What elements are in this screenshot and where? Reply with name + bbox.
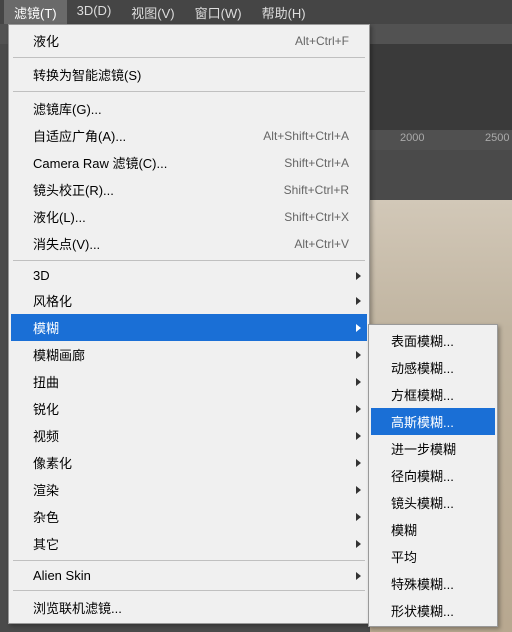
menu-separator	[13, 260, 365, 261]
submenu-item[interactable]: 平均	[371, 543, 495, 570]
chevron-right-icon	[356, 324, 361, 332]
menu-item-shortcut: Shift+Ctrl+X	[284, 210, 349, 224]
submenu-item-label: 动感模糊...	[391, 358, 483, 377]
menu-item[interactable]: 镜头校正(R)... Shift+Ctrl+R	[11, 176, 367, 203]
menubar-window[interactable]: 窗口(W)	[185, 0, 252, 24]
menu-item-label: Camera Raw 滤镜(C)...	[33, 153, 272, 172]
blur-submenu: 表面模糊... 动感模糊... 方框模糊... 高斯模糊... 进一步模糊径向模糊...…	[368, 324, 498, 627]
menu-item[interactable]: 浏览联机滤镜...	[11, 594, 367, 621]
menu-item[interactable]: 像素化	[11, 449, 367, 476]
submenu-item-label: 平均	[391, 547, 483, 566]
menu-item[interactable]: 渲染	[11, 476, 367, 503]
menu-item[interactable]: 液化(L)... Shift+Ctrl+X	[11, 203, 367, 230]
menu-item[interactable]: 液化 Alt+Ctrl+F	[11, 27, 367, 54]
submenu-item-label: 进一步模糊	[391, 439, 483, 458]
menu-item-label: 风格化	[33, 291, 349, 310]
menu-item[interactable]: Alien Skin	[11, 564, 367, 587]
submenu-item-label: 表面模糊...	[391, 331, 483, 350]
submenu-item[interactable]: 镜头模糊...	[371, 489, 495, 516]
chevron-right-icon	[356, 297, 361, 305]
submenu-item-label: 形状模糊...	[391, 601, 483, 620]
menu-item[interactable]: 锐化	[11, 395, 367, 422]
chevron-right-icon	[356, 432, 361, 440]
menu-item-label: 锐化	[33, 399, 349, 418]
menu-item-label: 液化	[33, 31, 283, 50]
ruler-tick: 2000	[400, 132, 424, 144]
menu-item-shortcut: Shift+Ctrl+R	[284, 183, 349, 197]
ruler-tick: 2500	[485, 132, 509, 144]
menu-item-shortcut: Alt+Shift+Ctrl+A	[263, 129, 349, 143]
chevron-right-icon	[356, 272, 361, 280]
menu-item-label: 液化(L)...	[33, 207, 272, 226]
menu-item-label: 消失点(V)...	[33, 234, 282, 253]
chevron-right-icon	[356, 486, 361, 494]
menu-item-label: 浏览联机滤镜...	[33, 598, 349, 617]
menu-item[interactable]: 杂色	[11, 503, 367, 530]
chevron-right-icon	[356, 405, 361, 413]
menu-item[interactable]: 风格化	[11, 287, 367, 314]
menu-item-label: 杂色	[33, 507, 349, 526]
submenu-item[interactable]: 高斯模糊...	[371, 408, 495, 435]
chevron-right-icon	[356, 572, 361, 580]
menu-item[interactable]: Camera Raw 滤镜(C)... Shift+Ctrl+A	[11, 149, 367, 176]
submenu-item[interactable]: 形状模糊...	[371, 597, 495, 624]
ruler: 2000 2500	[370, 130, 512, 150]
menu-item[interactable]: 视频	[11, 422, 367, 449]
submenu-item[interactable]: 动感模糊...	[371, 354, 495, 381]
menu-item-label: 模糊画廊	[33, 345, 349, 364]
menubar: 滤镜(T) 3D(D) 视图(V) 窗口(W) 帮助(H)	[0, 0, 512, 24]
menu-item-label: 自适应广角(A)...	[33, 126, 251, 145]
menu-item[interactable]: 模糊	[11, 314, 367, 341]
menu-item-label: 像素化	[33, 453, 349, 472]
chevron-right-icon	[356, 378, 361, 386]
menubar-help[interactable]: 帮助(H)	[252, 0, 316, 24]
submenu-item-label: 模糊	[391, 520, 483, 539]
menu-item-shortcut: Alt+Ctrl+F	[295, 34, 349, 48]
menubar-3d[interactable]: 3D(D)	[67, 0, 122, 24]
menu-item-label: 扭曲	[33, 372, 349, 391]
menu-separator	[13, 560, 365, 561]
chevron-right-icon	[356, 351, 361, 359]
menubar-filter[interactable]: 滤镜(T)	[4, 0, 67, 24]
menu-item-label: 其它	[33, 534, 349, 553]
menu-item[interactable]: 扭曲	[11, 368, 367, 395]
menu-separator	[13, 590, 365, 591]
chevron-right-icon	[356, 513, 361, 521]
submenu-item[interactable]: 模糊	[371, 516, 495, 543]
menu-item-label: 模糊	[33, 318, 349, 337]
submenu-item[interactable]: 表面模糊...	[371, 327, 495, 354]
menu-item-shortcut: Alt+Ctrl+V	[294, 237, 349, 251]
submenu-item[interactable]: 径向模糊...	[371, 462, 495, 489]
menu-separator	[13, 91, 365, 92]
menu-item-label: 镜头校正(R)...	[33, 180, 272, 199]
submenu-item-label: 高斯模糊...	[391, 412, 483, 431]
chevron-right-icon	[356, 540, 361, 548]
menu-item-label: 3D	[33, 268, 349, 283]
submenu-item-label: 镜头模糊...	[391, 493, 483, 512]
menubar-view[interactable]: 视图(V)	[121, 0, 184, 24]
submenu-item-label: 径向模糊...	[391, 466, 483, 485]
menu-item-label: 滤镜库(G)...	[33, 99, 349, 118]
submenu-item[interactable]: 特殊模糊...	[371, 570, 495, 597]
options-bar	[370, 44, 512, 134]
menu-item[interactable]: 模糊画廊	[11, 341, 367, 368]
menu-item[interactable]: 消失点(V)... Alt+Ctrl+V	[11, 230, 367, 257]
submenu-item[interactable]: 方框模糊...	[371, 381, 495, 408]
menu-item[interactable]: 3D	[11, 264, 367, 287]
chevron-right-icon	[356, 459, 361, 467]
menu-separator	[13, 57, 365, 58]
menu-item-label: 渲染	[33, 480, 349, 499]
menu-item[interactable]: 自适应广角(A)... Alt+Shift+Ctrl+A	[11, 122, 367, 149]
menu-item[interactable]: 转换为智能滤镜(S)	[11, 61, 367, 88]
submenu-item-label: 方框模糊...	[391, 385, 483, 404]
filter-dropdown: 液化 Alt+Ctrl+F 转换为智能滤镜(S) 滤镜库(G)... 自适应广角(A).…	[8, 24, 370, 624]
submenu-item-label: 特殊模糊...	[391, 574, 483, 593]
menu-item-label: 视频	[33, 426, 349, 445]
menu-item-label: 转换为智能滤镜(S)	[33, 65, 349, 84]
submenu-item[interactable]: 进一步模糊	[371, 435, 495, 462]
menu-item-label: Alien Skin	[33, 568, 349, 583]
menu-item-shortcut: Shift+Ctrl+A	[284, 156, 349, 170]
menu-item[interactable]: 其它	[11, 530, 367, 557]
menu-item[interactable]: 滤镜库(G)...	[11, 95, 367, 122]
